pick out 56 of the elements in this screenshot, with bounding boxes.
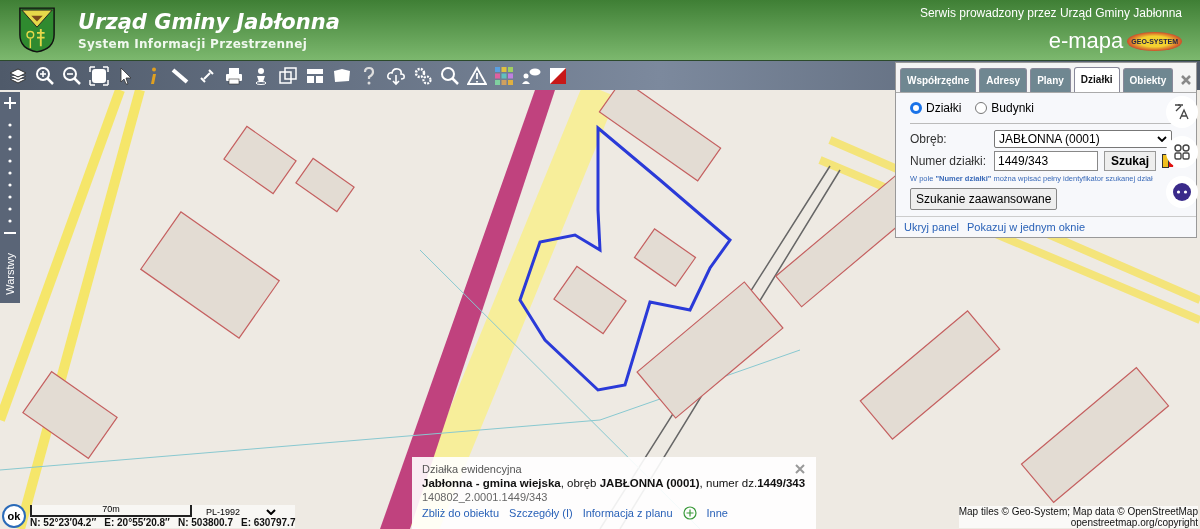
popup-link[interactable]: Zbliż do obiektu xyxy=(422,507,500,519)
assistant-face-icon[interactable] xyxy=(1166,176,1198,208)
panel-link[interactable]: Pokazuj w jednym oknie xyxy=(967,221,1086,233)
crs-select[interactable]: PL-1992 xyxy=(206,507,276,517)
cloud-download-icon[interactable] xyxy=(386,65,406,86)
coordinate-readout: N: 503800.7 xyxy=(177,517,233,528)
coordinate-readout: E: 20°55′20.8″ xyxy=(104,517,170,528)
coat-of-arms-icon xyxy=(18,6,56,54)
zoom-in-icon[interactable] xyxy=(35,65,55,86)
popup-link[interactable]: Inne xyxy=(706,507,728,519)
plus-icon[interactable] xyxy=(682,506,697,520)
flag-icon[interactable] xyxy=(548,65,568,86)
site-subtitle: System Informacji Przestrzennej xyxy=(78,36,309,51)
copy-icon[interactable] xyxy=(278,65,298,86)
close-icon[interactable] xyxy=(794,463,806,475)
operator-note: Serwis prowadzony przez Urząd Gminy Jabłonna xyxy=(919,6,1182,20)
panel-tab[interactable]: Działki xyxy=(1073,67,1120,92)
layers-tab[interactable]: Warstwy xyxy=(4,249,16,299)
parcel-identifier: 140802_2.0001.1449/343 xyxy=(422,491,549,503)
coordinate-readout: N: 52°23′04.2″ xyxy=(30,517,97,528)
parcel-description: Jabłonna - gmina wiejska, obręb JABŁONNA (0001), numer dz.1449/343 xyxy=(422,477,806,489)
field-label: Numer działki: xyxy=(910,154,988,168)
print-icon[interactable] xyxy=(224,65,244,86)
scale-bar: 70m xyxy=(30,505,192,517)
warning-icon[interactable] xyxy=(467,65,487,86)
parcel-number-field[interactable]: 1449/343 xyxy=(994,151,1098,171)
popup-link[interactable]: Informacja z planu xyxy=(582,507,673,519)
panel-tab[interactable]: Obiekty xyxy=(1122,68,1174,92)
full-extent-icon[interactable] xyxy=(89,65,109,86)
grid-icon[interactable] xyxy=(1166,136,1198,168)
brand-name: e-mapa xyxy=(1048,28,1124,54)
precinct-select[interactable]: JABŁONNA (0001) xyxy=(994,130,1172,148)
site-title: Urząd Gminy Jabłonna xyxy=(78,9,340,34)
popup-title: Działka ewidencyjna xyxy=(422,463,522,475)
panel-tab[interactable]: Współrzędne xyxy=(900,68,977,92)
popup-link[interactable]: Szczegóły (I) xyxy=(509,507,573,519)
advanced-search-button[interactable]: Szukanie zaawansowane xyxy=(910,188,1058,210)
search-button[interactable]: Szukaj xyxy=(1104,151,1156,171)
zoom-in-icon[interactable] xyxy=(3,96,17,110)
settings-icon[interactable] xyxy=(413,65,433,86)
radio-option[interactable]: Budynki xyxy=(975,101,1035,115)
panel-link[interactable]: Ukryj panel xyxy=(904,221,960,233)
copyright-link[interactable]: openstreetmap.org/copyright xyxy=(1070,517,1198,528)
chevron-down-icon[interactable] xyxy=(1157,136,1167,142)
chevron-down-icon[interactable] xyxy=(266,509,276,515)
radio-option[interactable]: Działki xyxy=(910,101,962,115)
color-grid-icon[interactable] xyxy=(494,65,514,86)
translate-icon[interactable] xyxy=(1166,96,1198,128)
field-label: Obręb: xyxy=(910,132,948,146)
coordinate-readout: E: 630797.7 xyxy=(240,517,296,528)
zoom-search-icon[interactable] xyxy=(440,65,460,86)
panel-tab[interactable]: Adresy xyxy=(979,68,1028,92)
close-icon[interactable] xyxy=(1180,73,1192,86)
attribution-text: Map tiles © Geo-System; Map data © OpenStreetMap xyxy=(958,506,1198,517)
zoom-out-icon[interactable] xyxy=(62,65,82,86)
panel-tab[interactable]: Plany xyxy=(1030,68,1071,92)
